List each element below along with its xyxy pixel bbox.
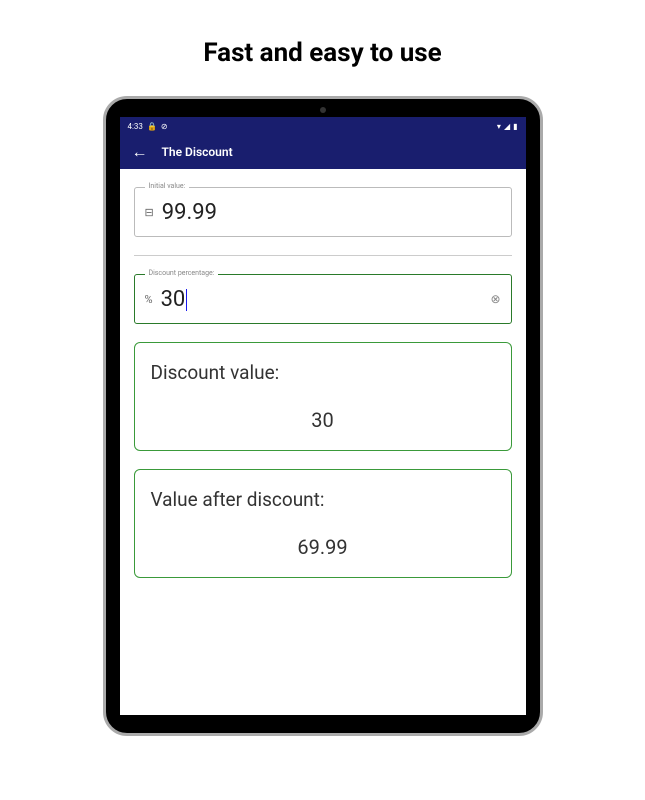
status-left: 4:33 🔒 ⊘ <box>128 122 168 131</box>
app-bar: ← The Discount <box>120 135 526 169</box>
value-after-discount-result: 69.99 <box>151 535 495 559</box>
status-bar: 4:33 🔒 ⊘ ▾ ◢ ▮ <box>120 117 526 135</box>
discount-value-label: Discount value: <box>151 361 495 384</box>
status-right: ▾ ◢ ▮ <box>497 122 518 131</box>
value-after-discount-card: Value after discount: 69.99 <box>134 469 512 578</box>
signal-icon: ◢ <box>504 122 510 131</box>
content-area: Initial value: ⊟ 99.99 Discount percenta… <box>120 169 526 715</box>
discount-value-result: 30 <box>151 408 495 432</box>
app-title: The Discount <box>162 145 233 159</box>
no-entry-icon: ⊘ <box>161 122 168 131</box>
currency-icon: ⊟ <box>145 206 154 219</box>
battery-icon: ▮ <box>513 122 517 131</box>
initial-value-label: Initial value: <box>145 182 190 190</box>
discount-value-card: Discount value: 30 <box>134 342 512 451</box>
text-cursor <box>186 289 187 311</box>
camera-dot <box>320 107 326 113</box>
tablet-screen: 4:33 🔒 ⊘ ▾ ◢ ▮ ← The Discount Initial va… <box>120 117 526 715</box>
initial-value-field[interactable]: Initial value: ⊟ 99.99 <box>134 187 512 237</box>
percent-icon: % <box>145 293 153 306</box>
status-time: 4:33 <box>128 122 143 131</box>
tablet-frame: 4:33 🔒 ⊘ ▾ ◢ ▮ ← The Discount Initial va… <box>103 96 543 736</box>
headline: Fast and easy to use <box>203 38 441 68</box>
value-after-discount-label: Value after discount: <box>151 488 495 511</box>
back-arrow-icon[interactable]: ← <box>132 142 148 162</box>
clear-icon[interactable]: ⊗ <box>490 292 500 306</box>
discount-percentage-input[interactable]: 30 <box>161 287 491 312</box>
lock-icon: 🔒 <box>147 122 157 131</box>
discount-percentage-label: Discount percentage: <box>145 269 219 277</box>
separator <box>134 255 512 256</box>
initial-value-input[interactable]: 99.99 <box>162 200 501 225</box>
discount-percentage-field[interactable]: Discount percentage: % 30 ⊗ <box>134 274 512 324</box>
wifi-icon: ▾ <box>497 122 501 131</box>
